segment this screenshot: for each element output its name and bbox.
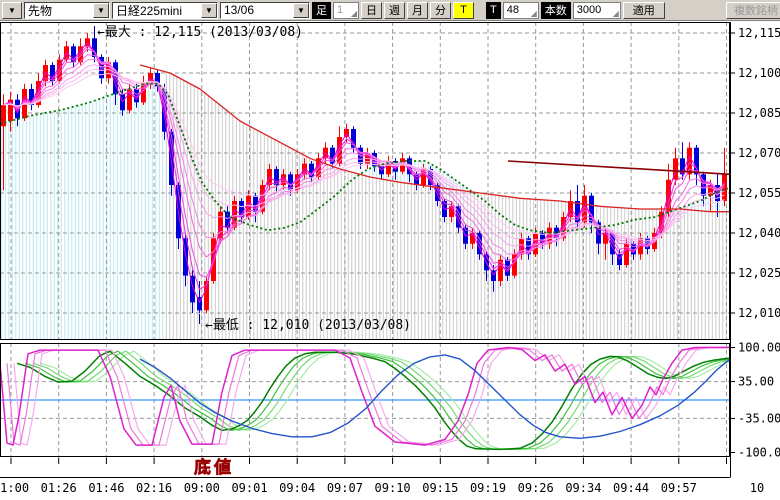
interval-value: 1: [337, 4, 351, 16]
svg-text:09:01: 09:01: [231, 481, 267, 495]
multi-symbol-button[interactable]: 複数銘柄: [726, 2, 780, 19]
svg-text:01:00: 01:00: [0, 481, 29, 495]
svg-text:01:26: 01:26: [41, 481, 77, 495]
svg-text:100.00: 100.00: [738, 341, 780, 355]
contract-select[interactable]: 13/06 ▼: [220, 2, 310, 19]
spinner-icon[interactable]: ◢: [613, 10, 619, 18]
chevron-down-icon[interactable]: ▼: [93, 3, 109, 18]
category-value: 先物: [25, 2, 93, 19]
svg-text:12,010: 12,010: [738, 306, 780, 320]
svg-text:35.00: 35.00: [738, 375, 774, 389]
svg-text:-35.00: -35.00: [738, 411, 780, 425]
bar-type-label: 足: [312, 2, 331, 19]
tick-count-stepper[interactable]: 48 ◢: [503, 2, 539, 19]
svg-text:12,025: 12,025: [738, 266, 780, 280]
svg-text:09:15: 09:15: [422, 481, 458, 495]
chevron-down-icon: ▼: [8, 6, 16, 15]
toolbar: ▼ 先物 ▼ 日経225mini ▼ 13/06 ▼ 足 1 ◢ 日 週 月 分…: [0, 0, 780, 21]
period-month-button[interactable]: 月: [407, 2, 428, 19]
svg-text:12,055: 12,055: [738, 186, 780, 200]
spinner-icon[interactable]: ◢: [531, 10, 537, 18]
svg-text:02:16: 02:16: [136, 481, 172, 495]
trading-app: { "toolbar": { "left_dropdown_icon": "▼"…: [0, 0, 780, 500]
svg-text:12,040: 12,040: [738, 226, 780, 240]
svg-text:09:26: 09:26: [518, 481, 554, 495]
apply-button[interactable]: 適用: [623, 2, 665, 19]
svg-text:09:04: 09:04: [279, 481, 315, 495]
bar-count-value: 3000: [577, 4, 613, 16]
spinner-icon[interactable]: ◢: [351, 10, 357, 18]
svg-text:09:00: 09:00: [184, 481, 220, 495]
contract-value: 13/06: [221, 3, 293, 17]
left-dropdown-button[interactable]: ▼: [2, 2, 22, 19]
svg-text:09:19: 09:19: [470, 481, 506, 495]
svg-text:←最大 : 12,115 (2013/03/08): ←最大 : 12,115 (2013/03/08): [97, 25, 303, 40]
svg-text:12,100: 12,100: [738, 66, 780, 80]
svg-text:12,085: 12,085: [738, 106, 780, 120]
svg-text:12,115: 12,115: [738, 26, 780, 40]
bar-count-stepper[interactable]: 3000 ◢: [573, 2, 621, 19]
svg-text:09:34: 09:34: [565, 481, 601, 495]
svg-text:-100.00: -100.00: [738, 446, 780, 460]
interval-stepper[interactable]: 1 ◢: [333, 2, 359, 19]
svg-text:09:44: 09:44: [613, 481, 649, 495]
period-tick-button[interactable]: T: [453, 2, 474, 19]
tick-count-value: 48: [507, 4, 531, 16]
svg-text:底値: 底値: [194, 457, 234, 478]
bar-count-label: 本数: [541, 2, 571, 19]
svg-text:01:46: 01:46: [88, 481, 124, 495]
period-minute-button[interactable]: 分: [430, 2, 451, 19]
tick-label: T: [486, 2, 501, 19]
svg-text:←最低 : 12,010 (2013/03/08): ←最低 : 12,010 (2013/03/08): [205, 318, 411, 333]
symbol-value: 日経225mini: [113, 2, 201, 19]
svg-text:09:10: 09:10: [375, 481, 411, 495]
chart-area: 12,115 12,100 12,085 12,070 12,055 12,040 12,0…: [0, 21, 780, 500]
category-select[interactable]: 先物 ▼: [24, 2, 110, 19]
period-day-button[interactable]: 日: [361, 2, 382, 19]
chevron-down-icon[interactable]: ▼: [201, 3, 217, 18]
candlestick-chart-svg: 12,115 12,100 12,085 12,070 12,055 12,040 12,0…: [0, 21, 780, 500]
chevron-down-icon[interactable]: ▼: [293, 3, 309, 18]
svg-text:09:07: 09:07: [327, 481, 363, 495]
svg-text:10: 10: [750, 481, 764, 495]
svg-text:09:57: 09:57: [661, 481, 697, 495]
symbol-select[interactable]: 日経225mini ▼: [112, 2, 218, 19]
svg-text:12,070: 12,070: [738, 146, 780, 160]
period-week-button[interactable]: 週: [384, 2, 405, 19]
